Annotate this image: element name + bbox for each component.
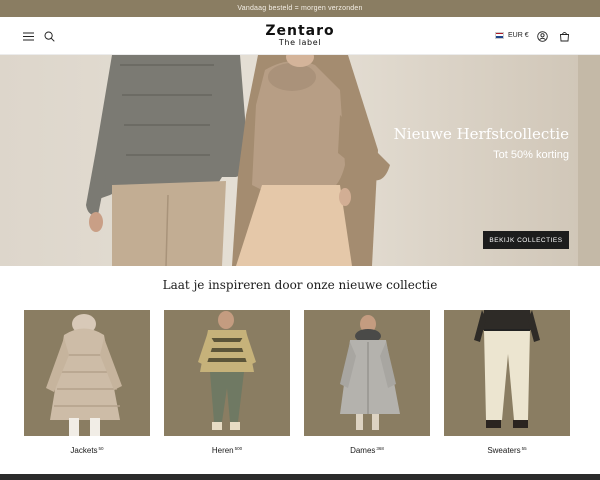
hero-text: Nieuwe Herfstcollectie Tot 50% korting xyxy=(394,125,569,163)
category-label: Dames368 xyxy=(304,444,430,456)
hero-subtitle: Tot 50% korting xyxy=(493,149,569,161)
category-card-sweaters[interactable]: Sweaters55 xyxy=(444,310,570,460)
currency-selector[interactable]: EUR € xyxy=(495,28,529,42)
category-name: Sweaters xyxy=(487,446,521,455)
category-count: 500 xyxy=(234,446,243,451)
site-header: Zentaro The label EUR € xyxy=(0,17,600,55)
category-card-jackets[interactable]: Jackets50 xyxy=(24,310,150,460)
hero-banner: Nieuwe Herfstcollectie Tot 50% korting B… xyxy=(0,55,600,266)
view-collections-button[interactable]: BEKIJK COLLECTIES xyxy=(483,231,569,249)
category-count: 368 xyxy=(376,446,384,451)
category-image[interactable] xyxy=(24,310,150,436)
next-section-preview xyxy=(0,474,600,480)
category-name: Jackets xyxy=(70,446,98,455)
category-count: 50 xyxy=(98,446,104,451)
announcement-bar: Vandaag besteld = morgen verzonden xyxy=(0,0,600,17)
category-name: Dames xyxy=(350,446,376,455)
category-label: Sweaters55 xyxy=(444,444,570,456)
category-label: Heren500 xyxy=(164,444,290,456)
category-image[interactable] xyxy=(304,310,430,436)
category-card-heren[interactable]: Heren500 xyxy=(164,310,290,460)
category-label: Jackets50 xyxy=(24,444,150,456)
currency-label: EUR € xyxy=(508,31,529,39)
hero-title: Nieuwe Herfstcollectie xyxy=(393,125,569,143)
cart-icon[interactable] xyxy=(556,28,572,44)
flag-nl-icon xyxy=(495,31,504,39)
announcement-text: Vandaag besteld = morgen verzonden xyxy=(237,5,363,12)
category-name: Heren xyxy=(211,446,234,455)
category-count: 55 xyxy=(521,446,527,451)
category-image[interactable] xyxy=(164,310,290,436)
category-card-dames[interactable]: Dames368 xyxy=(304,310,430,460)
section-title: Laat je inspireren door onze nieuwe coll… xyxy=(162,278,438,292)
account-icon[interactable] xyxy=(534,28,550,44)
category-image[interactable] xyxy=(444,310,570,436)
